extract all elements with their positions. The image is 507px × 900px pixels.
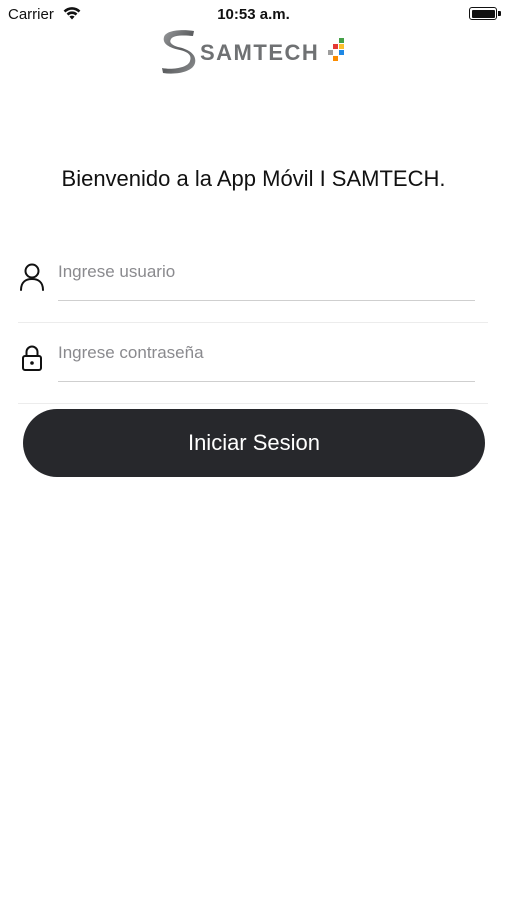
username-input[interactable] xyxy=(58,257,475,287)
password-row xyxy=(18,324,488,404)
username-row xyxy=(18,243,488,323)
samtech-s-mark-icon xyxy=(162,30,196,74)
password-input[interactable] xyxy=(58,338,475,368)
status-bar: Carrier 10:53 a.m. xyxy=(0,0,507,28)
user-icon xyxy=(20,263,44,291)
username-underline xyxy=(58,300,475,301)
battery-nub xyxy=(498,11,501,16)
password-underline xyxy=(58,381,475,382)
welcome-message: Bienvenido a la App Móvil I SAMTECH. xyxy=(61,166,446,191)
status-time: 10:53 a.m. xyxy=(217,6,290,23)
lock-icon xyxy=(22,345,42,371)
login-button[interactable]: Iniciar Sesion xyxy=(23,409,485,477)
logo-pixel-mark-icon xyxy=(328,38,344,61)
logo-text: SAMTECH xyxy=(200,40,320,65)
samtech-logo: SAMTECH xyxy=(160,28,350,76)
battery-icon xyxy=(469,7,497,20)
